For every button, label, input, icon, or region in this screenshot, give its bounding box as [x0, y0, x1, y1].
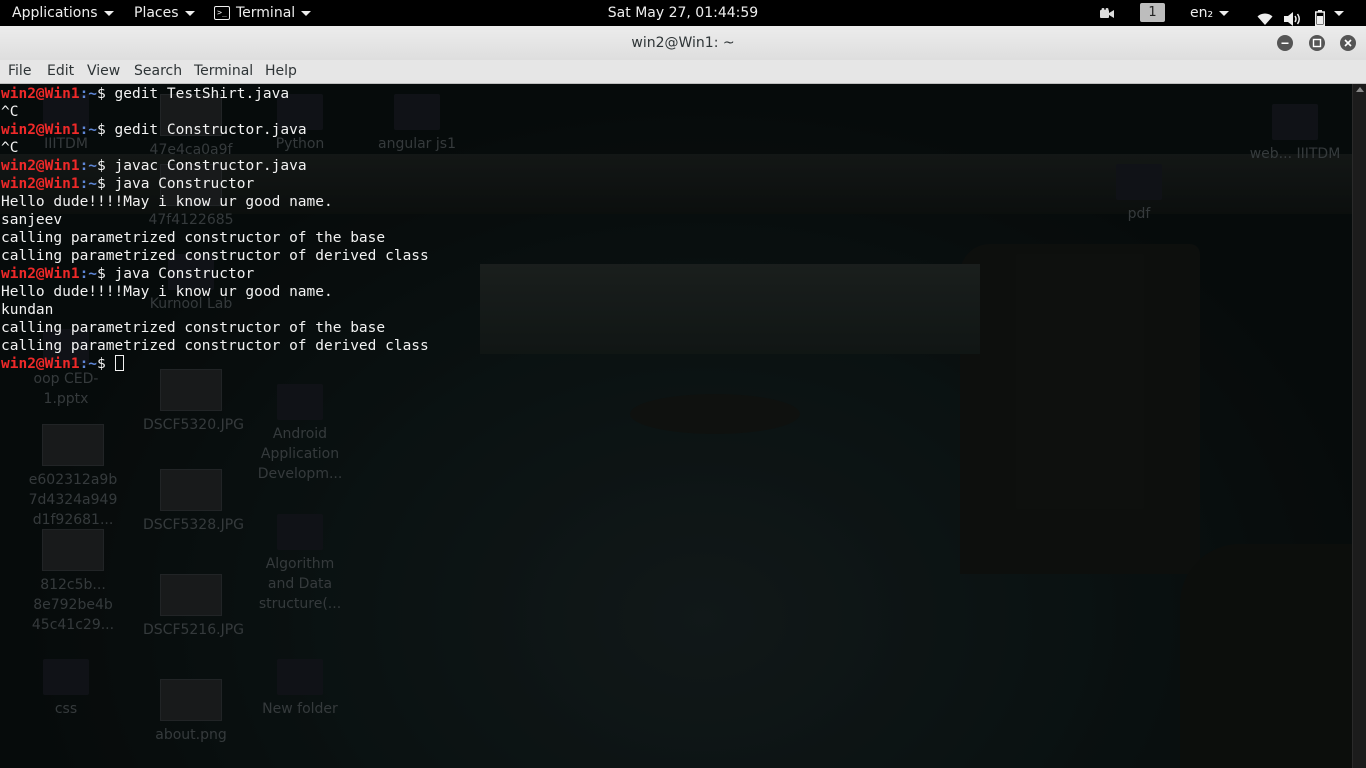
prompt-user: win2@Win1 — [1, 158, 80, 174]
prompt-path: :~ — [79, 266, 98, 282]
text-cursor — [114, 355, 124, 371]
window-title: win2@Win1: ~ — [631, 35, 735, 51]
terminal-prompt-line: win2@Win1:~$ gedit Constructor.java — [1, 121, 1352, 139]
terminal-command: gedit Constructor.java — [114, 122, 307, 138]
close-button[interactable] — [1340, 35, 1356, 51]
top-panel: Applications Places >_ Terminal Sat May 2… — [0, 0, 1366, 26]
terminal-output[interactable]: win2@Win1:~$ gedit TestShirt.java ^C win2@… — [0, 84, 1352, 768]
system-menu-arrow[interactable] — [1334, 0, 1344, 26]
terminal-output-line: sanjeev — [1, 212, 63, 228]
terminal-command: gedit TestShirt.java — [114, 86, 290, 102]
prompt-symbol: $ — [97, 266, 115, 282]
minimize-button[interactable] — [1277, 35, 1293, 51]
prompt-user: win2@Win1 — [1, 176, 80, 192]
terminal-output-line: ^C — [1, 104, 19, 120]
terminal-command: java Constructor — [114, 266, 255, 282]
prompt-user: win2@Win1 — [1, 266, 80, 282]
language-label: en₂ — [1190, 5, 1214, 21]
maximize-button[interactable] — [1309, 35, 1325, 51]
terminal-output-line: calling parametrized constructor of deri… — [1, 248, 429, 264]
terminal-prompt-line: win2@Win1:~$ java Constructor — [1, 175, 1352, 193]
close-icon — [1344, 39, 1352, 47]
menu-terminal[interactable]: Terminal — [194, 60, 253, 83]
prompt-symbol: $ — [97, 356, 115, 372]
menu-help[interactable]: Help — [265, 60, 297, 83]
prompt-symbol: $ — [97, 176, 115, 192]
prompt-path: :~ — [79, 158, 98, 174]
prompt-path: :~ — [79, 86, 98, 102]
terminal-output-line: calling parametrized constructor of the … — [1, 230, 386, 246]
terminal-menubar: File Edit View Search Terminal Help — [0, 60, 1366, 84]
prompt-user: win2@Win1 — [1, 356, 80, 372]
prompt-symbol: $ — [97, 158, 115, 174]
menu-view[interactable]: View — [87, 60, 120, 83]
terminal-prompt-line: win2@Win1:~$ — [1, 355, 1352, 373]
minimize-icon — [1281, 42, 1289, 44]
chevron-down-icon — [1334, 10, 1344, 16]
terminal-output-line: calling parametrized constructor of the … — [1, 320, 386, 336]
terminal-scrollbar[interactable] — [1352, 84, 1366, 768]
terminal-output-line: Hello dude!!!!May i know ur good name. — [1, 284, 333, 300]
menu-edit[interactable]: Edit — [47, 60, 74, 83]
scroll-up-arrow-icon[interactable] — [1356, 87, 1364, 92]
window-titlebar[interactable]: win2@Win1: ~ — [0, 26, 1366, 61]
terminal-output-line: ^C — [1, 140, 19, 156]
terminal-prompt-line: win2@Win1:~$ javac Constructor.java — [1, 157, 1352, 175]
prompt-user: win2@Win1 — [1, 86, 80, 102]
prompt-path: :~ — [79, 356, 98, 372]
camera-icon[interactable] — [1100, 8, 1114, 18]
prompt-symbol: $ — [97, 86, 115, 102]
language-indicator[interactable]: en₂ — [1190, 0, 1230, 26]
prompt-path: :~ — [79, 122, 98, 138]
terminal-command: java Constructor — [114, 176, 255, 192]
maximize-icon — [1312, 38, 1322, 48]
prompt-user: win2@Win1 — [1, 122, 80, 138]
terminal-output-line: kundan — [1, 302, 54, 318]
terminal-prompt-line: win2@Win1:~$ java Constructor — [1, 265, 1352, 283]
menu-search[interactable]: Search — [134, 60, 182, 83]
terminal-output-line: calling parametrized constructor of deri… — [1, 338, 429, 354]
terminal-command: javac Constructor.java — [114, 158, 307, 174]
terminal-output-line: Hello dude!!!!May i know ur good name. — [1, 194, 333, 210]
workspace-indicator[interactable]: 1 — [1140, 3, 1165, 22]
menu-file[interactable]: File — [8, 60, 31, 83]
terminal-prompt-line: win2@Win1:~$ gedit TestShirt.java — [1, 85, 1352, 103]
prompt-path: :~ — [79, 176, 98, 192]
chevron-down-icon — [1219, 10, 1230, 16]
prompt-symbol: $ — [97, 122, 115, 138]
